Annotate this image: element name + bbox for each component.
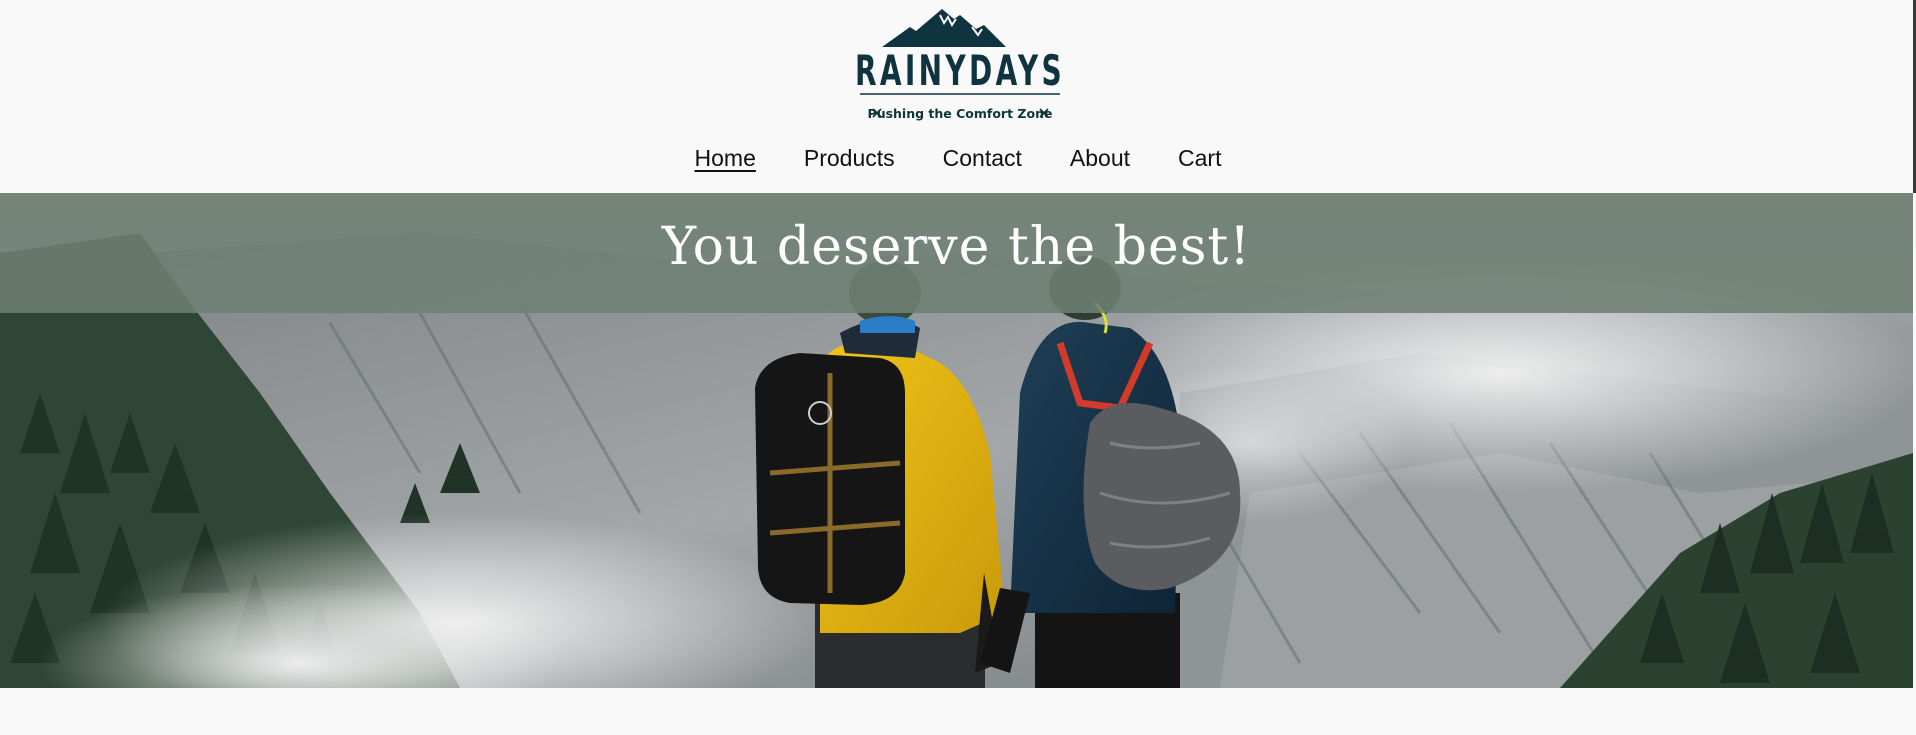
hero-title: You deserve the best! [661,217,1252,277]
nav-link-products[interactable]: Products [804,142,895,174]
site-header: RAINYDAYS Pushing the Comfort Zone Home … [0,0,1916,193]
nav-link-cart[interactable]: Cart [1178,142,1221,174]
mountain-logo-icon: RAINYDAYS Pushing the Comfort Zone [855,9,1065,121]
brand-tagline: Pushing the Comfort Zone [868,106,1053,121]
hero-section: You deserve the best! [0,193,1913,688]
hero-banner: You deserve the best! [0,193,1913,313]
nav-link-about[interactable]: About [1070,142,1130,174]
nav-link-home[interactable]: Home [695,142,756,174]
rainydays-logo[interactable]: RAINYDAYS Pushing the Comfort Zone [852,5,1068,123]
main-navigation: Home Products Contact About Cart [0,142,1916,174]
brand-wordmark: RAINYDAYS [855,46,1065,95]
nav-link-contact[interactable]: Contact [943,142,1022,174]
